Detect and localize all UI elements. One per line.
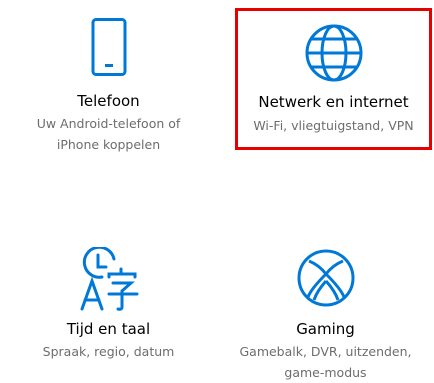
xbox-icon: [295, 247, 357, 313]
tile-description-line: Uw Android-telefoon of: [36, 116, 181, 131]
tile-description: Gamebalk, DVR, uitzenden, game-modus: [217, 341, 434, 383]
tile-title: Netwerk en internet: [258, 93, 409, 111]
tile-title: Gaming: [296, 320, 355, 338]
tile-title: Telefoon: [77, 92, 140, 110]
settings-tile-phone[interactable]: Telefoon Uw Android-telefoon of iPhone k…: [0, 0, 217, 165]
tile-description-line: Spraak, regio, datum: [42, 344, 175, 359]
tile-description: Uw Android-telefoon of iPhone koppelen: [0, 113, 217, 155]
tile-description: Spraak, regio, datum: [0, 341, 217, 362]
tile-description-line: Gamebalk, DVR, uitzenden,: [239, 344, 412, 359]
tile-description-line: game-modus: [284, 365, 367, 380]
globe-icon: [303, 22, 365, 88]
tile-description-line: Wi-Fi, vliegtuigstand, VPN: [253, 118, 414, 133]
tile-description: Wi-Fi, vliegtuigstand, VPN: [238, 115, 429, 136]
settings-tile-network[interactable]: Netwerk en internet Wi-Fi, vliegtuigstan…: [235, 8, 432, 150]
phone-icon: [91, 18, 127, 82]
tile-description-line: iPhone koppelen: [56, 137, 161, 152]
time-language-icon: [76, 245, 142, 317]
settings-tile-time-language[interactable]: Tijd en taal Spraak, regio, datum: [0, 235, 217, 383]
settings-tile-gaming[interactable]: Gaming Gamebalk, DVR, uitzenden, game-mo…: [217, 235, 434, 383]
tile-title: Tijd en taal: [66, 320, 151, 338]
